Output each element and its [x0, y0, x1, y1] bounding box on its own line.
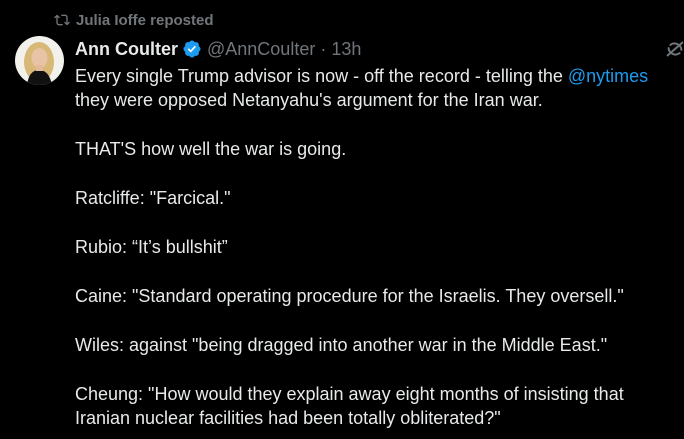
author-name[interactable]: Ann Coulter	[75, 39, 178, 60]
verified-badge-icon[interactable]	[182, 39, 202, 59]
tweet-header: Ann Coulter @AnnCoulter · 13h	[75, 37, 361, 61]
tweet-line: THAT'S how well the war is going.	[75, 139, 347, 159]
avatar[interactable]	[15, 36, 64, 85]
tweet-line: Rubio: “It’s bullshit”	[75, 237, 228, 257]
tweet-line: Wiles: against "being dragged into anoth…	[75, 335, 608, 355]
grok-icon[interactable]	[664, 38, 684, 60]
tweet-line: Cheung: "How would they explain away eig…	[75, 384, 624, 404]
repost-indicator[interactable]: Julia Ioffe reposted	[54, 10, 214, 30]
author-handle[interactable]: @AnnCoulter	[207, 39, 315, 60]
tweet-line: Ratcliffe: "Farcical."	[75, 188, 231, 208]
tweet-line: they were opposed Netanyahu's argument f…	[75, 90, 543, 110]
tweet-line: Every single Trump advisor is now - off …	[75, 64, 684, 88]
repost-label: Julia Ioffe reposted	[76, 11, 214, 29]
mention-link[interactable]: @nytimes	[568, 66, 648, 86]
tweet-line: Caine: "Standard operating procedure for…	[75, 286, 624, 306]
tweet-text: Every single Trump advisor is now - off …	[75, 64, 684, 430]
timestamp[interactable]: 13h	[331, 39, 361, 60]
repost-icon	[54, 12, 70, 28]
separator-dot: ·	[320, 38, 327, 59]
tweet-line-text: Every single Trump advisor is now - off …	[75, 66, 568, 86]
tweet-line: Iranian nuclear facilities had been tota…	[75, 408, 501, 428]
